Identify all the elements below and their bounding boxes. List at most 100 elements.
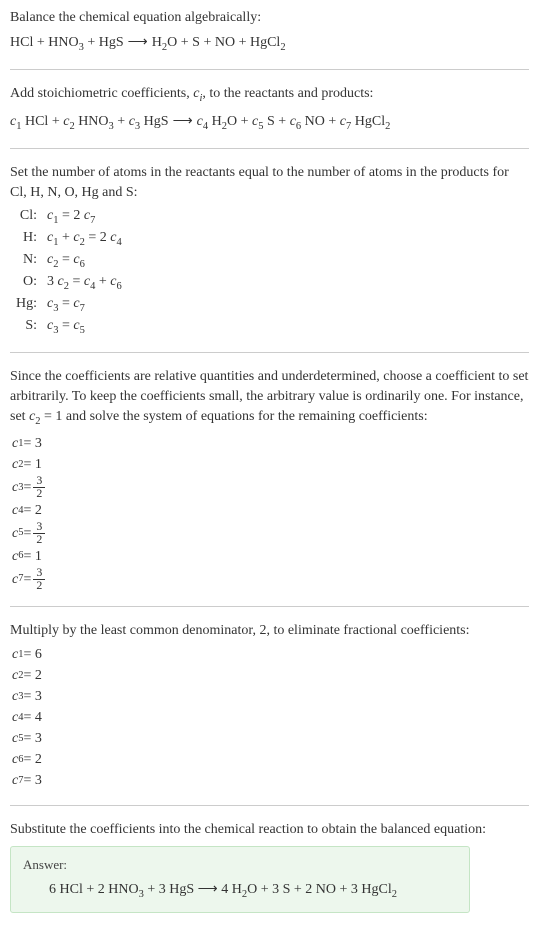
unbalanced-equation: HCl + HNO3 + HgS⟶H2O + S + NO + HgCl2 [10,32,529,56]
p2: + 3 HgS [144,882,198,897]
term-hgcl: HgCl [250,35,280,50]
divider [10,69,529,70]
coef-row: c5 = 3 [12,728,529,749]
section-atoms: Set the number of atoms in the reactants… [10,163,529,338]
eq: = [58,318,73,333]
atom-row-o: O: 3 c2 = c4 + c6 [16,272,122,294]
coef-value: = 3 [23,770,41,791]
coef-row: c5 = 32 [12,521,529,546]
section-balance-intro: Balance the chemical equation algebraica… [10,8,529,55]
solve-text: Since the coefficients are relative quan… [10,367,529,429]
coef-value: = 6 [23,644,41,665]
plus: + [177,35,192,50]
section-substitute: Substitute the coefficients into the che… [10,820,529,913]
text-b: = 1 and solve the system of equations fo… [41,409,428,424]
term-hno: HNO [48,35,78,50]
plus: + [58,230,73,245]
coef-row: c4 = 2 [12,500,529,521]
stoich-text: Add stoichiometric coefficients, ci, to … [10,84,529,106]
p3: 4 H [218,882,242,897]
coef-value: = 4 [23,707,41,728]
coef-row: c7 = 3 [12,770,529,791]
fraction: 32 [33,567,45,592]
term-o: O [167,35,177,50]
atom-label: H: [16,228,47,250]
eq: = [58,296,73,311]
plus: + [84,35,99,50]
coef-row: c2 = 1 [12,454,529,475]
eq: = [69,274,84,289]
divider [10,148,529,149]
atom-label: N: [16,250,47,272]
sub-2: 2 [280,41,285,52]
eq: = [85,230,100,245]
coef-eq: = [23,477,31,498]
hno: HNO [78,114,108,129]
balanced-equation: 6 HCl + 2 HNO3 + 3 HgS ⟶ 4 H2O + 3 S + 2… [49,879,457,903]
atom-row-cl: Cl: c1 = 2 c7 [16,206,122,228]
sub: 5 [80,325,85,336]
p4: O + 3 S + 2 NO + 3 HgCl [247,882,392,897]
atom-row-hg: Hg: c3 = c7 [16,294,122,316]
sub: 6 [80,259,85,270]
atom-label: S: [16,316,47,338]
coef-eq: = 1 [23,546,41,567]
text-part-a: Add stoichiometric coefficients, [10,86,193,101]
sub: 7 [90,215,95,226]
atom-row-n: N: c2 = c6 [16,250,122,272]
eq: = [58,208,73,223]
frac-denominator: 2 [33,488,45,500]
plus: + [48,114,63,129]
atom-eq: c3 = c5 [47,316,122,338]
plus: + [325,114,340,129]
divider [10,805,529,806]
coef-list-fractional: c1 = 3c2 = 1c3 = 32c4 = 2c5 = 32c6 = 1c7… [12,433,529,591]
atom-label: Hg: [16,294,47,316]
hgs: HgS [144,114,169,129]
substitute-text: Substitute the coefficients into the che… [10,820,529,840]
term-no: NO [215,35,235,50]
atom-eq: c1 = 2 c7 [47,206,122,228]
sub2b: 2 [385,120,390,131]
coef-value: = 2 [23,749,41,770]
term-h: H [152,35,162,50]
section-solve: Since the coefficients are relative quan… [10,367,529,591]
plus: + [114,114,129,129]
coef-eq: = [23,569,31,590]
o: O [227,114,237,129]
no: NO [305,114,325,129]
plus: + [275,114,290,129]
coef-row: c3 = 32 [12,475,529,500]
plus: + [237,114,252,129]
three: 3 [47,274,58,289]
term-hcl: HCl [10,35,33,50]
coef-value: = 3 [23,728,41,749]
coef-row: c6 = 2 [12,749,529,770]
coef-value: = 3 [23,686,41,707]
sub2b: 2 [392,889,397,900]
plus: + [200,35,215,50]
answer-label: Answer: [23,857,457,873]
coef-eq: = [23,523,31,544]
hgcl: HgCl [355,114,385,129]
atom-row-h: H: c1 + c2 = 2 c4 [16,228,122,250]
section-multiply: Multiply by the least common denominator… [10,621,529,792]
fraction: 32 [33,475,45,500]
coef-row: c4 = 4 [12,707,529,728]
atom-eq: c1 + c2 = 2 c4 [47,228,122,250]
term-s: S [192,35,200,50]
eq: = [58,252,73,267]
atom-row-s: S: c3 = c5 [16,316,122,338]
arrow: ⟶ [124,35,152,50]
atom-label: O: [16,272,47,294]
frac-denominator: 2 [33,580,45,592]
two: 2 [100,230,111,245]
atom-eq: c3 = c7 [47,294,122,316]
divider [10,606,529,607]
divider [10,352,529,353]
coef-eq: = 2 [23,500,41,521]
atom-equations: Cl: c1 = 2 c7 H: c1 + c2 = 2 c4 N: c2 = … [16,206,122,338]
sub: 4 [116,237,121,248]
frac-denominator: 2 [33,534,45,546]
term-hgs: HgS [99,35,124,50]
